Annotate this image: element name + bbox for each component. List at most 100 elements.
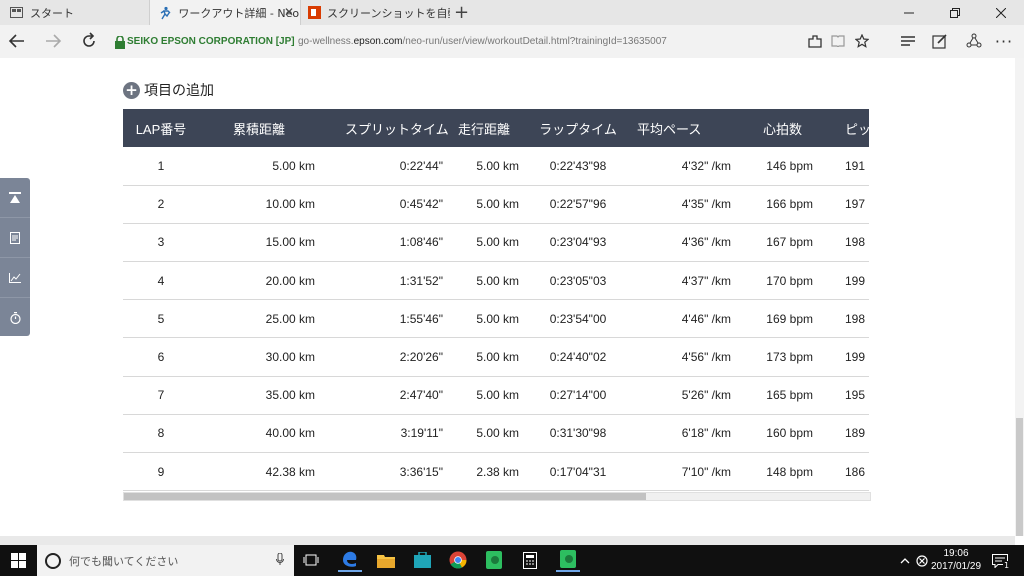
- back-arrow-icon: [8, 34, 24, 48]
- share-icon[interactable]: [966, 33, 982, 49]
- start-button[interactable]: [0, 545, 36, 576]
- scrollbar-thumb[interactable]: [124, 493, 646, 500]
- puzzle-extension-icon[interactable]: [807, 33, 823, 49]
- table-row: 9 42.38 km 3:36'15" 2.38 km 0:17'04"31 7'10" …: [123, 453, 869, 491]
- pitch-cell: 195: [845, 388, 866, 403]
- pitch-cell: 191: [845, 158, 866, 173]
- page-horizontal-scrollbar[interactable]: [0, 536, 1015, 545]
- url-field[interactable]: go-wellness.epson.com/neo-run/user/view/…: [298, 36, 667, 47]
- lap-time-cell: 0:31'30"98: [549, 426, 607, 441]
- evernote-active-button[interactable]: [556, 548, 580, 572]
- web-note-icon[interactable]: [932, 33, 948, 49]
- store-button[interactable]: [410, 548, 434, 572]
- graph-button[interactable]: [0, 258, 30, 298]
- close-tab-icon[interactable]: ✕: [284, 5, 294, 19]
- add-field-button[interactable]: + 項目の追加: [123, 80, 214, 100]
- tab-workout-detail[interactable]: ワークアウト詳細 - NeoRu ✕: [149, 0, 301, 25]
- hub-icon[interactable]: [900, 33, 916, 49]
- lap-number-cell: 5: [157, 311, 165, 326]
- lap-number-cell: 1: [157, 158, 165, 173]
- column-header[interactable]: ラップタイム: [523, 109, 633, 147]
- windows-logo-icon: [10, 553, 26, 568]
- refresh-icon: [83, 32, 95, 47]
- forward-arrow-icon: [46, 34, 62, 48]
- plus-icon: +: [123, 81, 140, 99]
- page-vertical-scrollbar[interactable]: [1015, 58, 1024, 536]
- network-status-button[interactable]: [916, 545, 928, 576]
- split-time-cell: 2:47'40": [399, 388, 443, 403]
- minimize-button[interactable]: [886, 0, 932, 25]
- lap-time-cell: 0:17'04"31: [549, 464, 607, 479]
- average-pace-cell: 5'26" /km: [681, 388, 731, 403]
- evernote-icon: [486, 551, 502, 569]
- column-header[interactable]: 累積距離: [199, 109, 315, 147]
- network-disconnected-icon: [916, 554, 928, 567]
- security-label[interactable]: SEIKO EPSON CORPORATION [JP]: [127, 36, 295, 47]
- add-field-label: 項目の追加: [144, 83, 214, 99]
- column-header[interactable]: 走行距離: [445, 109, 523, 147]
- cumulative-distance-cell: 10.00 km: [265, 197, 315, 212]
- close-window-button[interactable]: [978, 0, 1024, 25]
- new-tab-button[interactable]: +: [454, 2, 469, 23]
- average-pace-cell: 4'36" /km: [681, 235, 731, 250]
- run-distance-cell: 5.00 km: [476, 350, 519, 365]
- system-clock[interactable]: 19:06 2017/01/29: [930, 548, 982, 573]
- show-hidden-icons-button[interactable]: [900, 545, 910, 576]
- restore-button[interactable]: [932, 0, 978, 25]
- more-options-icon[interactable]: ···: [995, 32, 1012, 51]
- heart-rate-cell: 166 bpm: [766, 197, 813, 212]
- run-distance-cell: 2.38 km: [476, 464, 519, 479]
- table-header-row: LAP番号 累積距離 スプリットタイム 走行距離 ラップタイム 平均ペース 心拍…: [123, 109, 869, 147]
- cumulative-distance-cell: 35.00 km: [265, 388, 315, 403]
- lap-button[interactable]: [0, 298, 30, 337]
- tab-label: ワークアウト詳細 - NeoRu: [178, 6, 300, 20]
- lap-table-body: 1 5.00 km 0:22'44" 5.00 km 0:22'43"98 4'32" /…: [123, 147, 869, 491]
- reading-view-icon[interactable]: [830, 33, 846, 49]
- action-center-button[interactable]: 1: [992, 545, 1011, 576]
- task-view-button[interactable]: [299, 548, 323, 572]
- forward-button[interactable]: [44, 32, 62, 54]
- calculator-button[interactable]: [518, 548, 542, 572]
- scrollbar-thumb[interactable]: [1016, 418, 1023, 536]
- clock-date: 2017/01/29: [930, 561, 982, 572]
- summary-button[interactable]: [0, 218, 30, 258]
- cortana-search-box[interactable]: 何でも聞いてください: [37, 545, 294, 576]
- column-header[interactable]: 平均ペース: [633, 109, 745, 147]
- stopwatch-icon: [9, 311, 21, 324]
- favorite-star-icon[interactable]: [854, 33, 870, 49]
- page-content: + 項目の追加 LAP番号 累積距離 スプリットタイム 走行距離 ラップタイム …: [0, 58, 1024, 536]
- tab-start[interactable]: スタート: [0, 0, 148, 25]
- evernote-button[interactable]: [482, 548, 506, 572]
- side-toolbar: [0, 178, 30, 336]
- tab-office[interactable]: スクリーンショットを自動的に On: [300, 0, 450, 25]
- line-chart-icon: [9, 272, 21, 283]
- table-horizontal-scrollbar[interactable]: [123, 492, 871, 501]
- pitch-cell: 199: [845, 273, 866, 288]
- column-header[interactable]: ピッチ: [843, 109, 869, 147]
- pitch-cell: 197: [845, 197, 866, 212]
- file-explorer-button[interactable]: [374, 548, 398, 572]
- refresh-button[interactable]: [80, 32, 98, 54]
- search-placeholder: 何でも聞いてください: [69, 554, 179, 568]
- split-time-cell: 3:19'11": [400, 426, 443, 441]
- scroll-to-top-button[interactable]: [0, 178, 30, 218]
- lap-number-cell: 8: [157, 426, 165, 441]
- back-button[interactable]: [8, 32, 26, 54]
- table-row: 3 15.00 km 1:08'46" 5.00 km 0:23'04"93 4'36" …: [123, 223, 869, 262]
- average-pace-cell: 4'32" /km: [681, 158, 731, 173]
- url-domain: epson.com: [353, 36, 403, 47]
- lock-icon: [115, 34, 125, 53]
- column-header[interactable]: 心拍数: [745, 109, 843, 147]
- split-time-cell: 0:45'42": [399, 197, 443, 212]
- url-path: /neo-run/user/view/workoutDetail.html?tr…: [402, 36, 667, 47]
- edge-taskbar-button[interactable]: [338, 548, 362, 572]
- column-header[interactable]: LAP番号: [123, 109, 199, 147]
- microphone-icon[interactable]: [276, 552, 284, 568]
- column-header[interactable]: スプリットタイム: [315, 109, 449, 147]
- lap-time-cell: 0:24'40"02: [549, 350, 607, 365]
- average-pace-cell: 7'10" /km: [681, 464, 731, 479]
- chrome-button[interactable]: [446, 548, 470, 572]
- table-row: 8 40.00 km 3:19'11" 5.00 km 0:31'30"98 6'18" …: [123, 414, 869, 453]
- run-distance-cell: 5.00 km: [476, 311, 519, 326]
- average-pace-cell: 6'18" /km: [681, 426, 731, 441]
